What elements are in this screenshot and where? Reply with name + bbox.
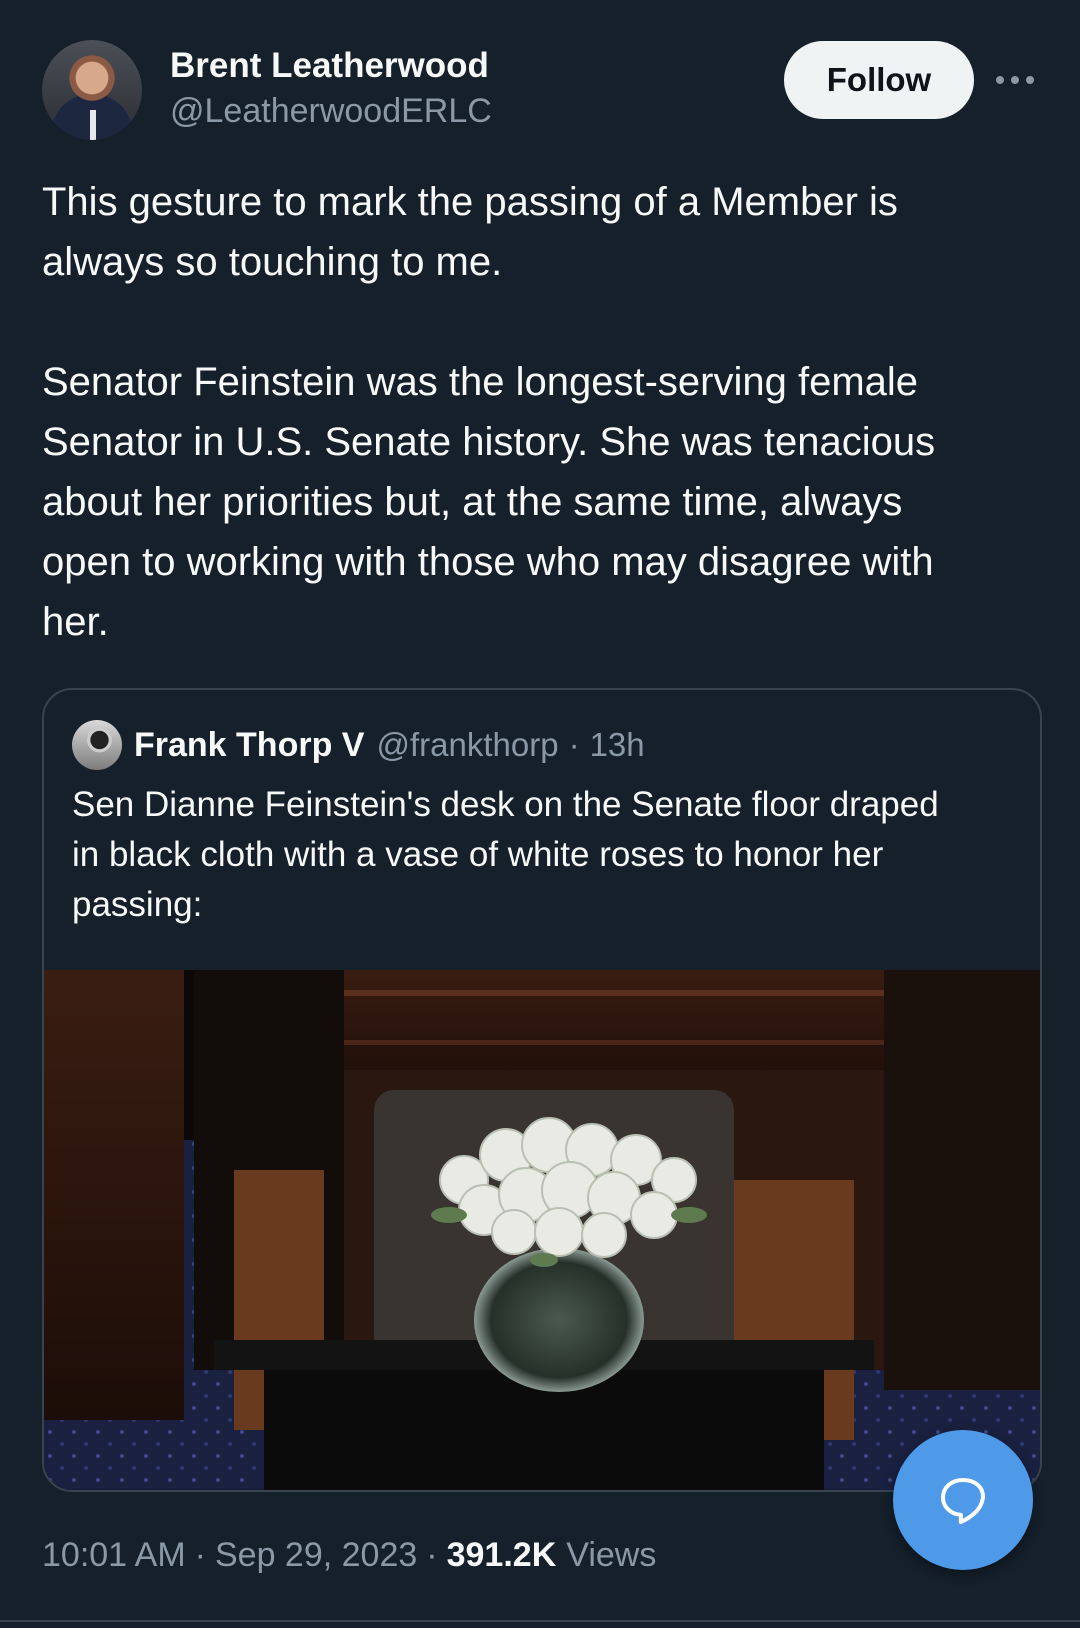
reply-button[interactable] bbox=[893, 1430, 1033, 1570]
views-label: Views bbox=[566, 1535, 657, 1574]
quoted-author-handle: @frankthorp bbox=[376, 726, 559, 763]
quoted-tweet-photo[interactable] bbox=[44, 970, 1040, 1490]
views-count: 391.2K bbox=[446, 1535, 557, 1574]
tweet-paragraph: Senator Feinstein was the longest-servin… bbox=[42, 360, 936, 644]
author-name[interactable]: Brent Leatherwood bbox=[170, 46, 489, 86]
author-handle[interactable]: @LeatherwoodERLC bbox=[170, 92, 492, 131]
reply-bubble-icon bbox=[941, 1478, 985, 1524]
tweet-header: Brent Leatherwood @LeatherwoodERLC Follo… bbox=[42, 40, 1038, 140]
separator-dot: · bbox=[426, 1535, 438, 1574]
divider bbox=[0, 1620, 1080, 1622]
separator-dot: · bbox=[194, 1535, 206, 1574]
author-avatar[interactable] bbox=[42, 40, 142, 140]
quoted-author-avatar bbox=[72, 720, 122, 770]
tweet-paragraph: This gesture to mark the passing of a Me… bbox=[42, 180, 898, 284]
tweet-time[interactable]: 10:01 AM bbox=[42, 1536, 186, 1575]
quoted-author-name: Frank Thorp V bbox=[134, 725, 365, 764]
follow-button[interactable]: Follow bbox=[784, 41, 974, 119]
quoted-tweet[interactable]: Frank Thorp V @frankthorp · 13h Sen Dian… bbox=[42, 688, 1042, 1492]
quoted-tweet-header: Frank Thorp V @frankthorp · 13h bbox=[72, 720, 645, 770]
separator-dot: · bbox=[568, 726, 580, 763]
quoted-tweet-time: 13h bbox=[589, 726, 645, 763]
tweet-body: This gesture to mark the passing of a Me… bbox=[42, 172, 1042, 652]
more-icon[interactable] bbox=[992, 62, 1038, 98]
tweet-date[interactable]: Sep 29, 2023 bbox=[215, 1536, 417, 1575]
quoted-tweet-text: Sen Dianne Feinstein's desk on the Senat… bbox=[72, 785, 939, 924]
tweet-meta: 10:01 AM · Sep 29, 2023 · 391.2K Views bbox=[42, 1530, 656, 1580]
